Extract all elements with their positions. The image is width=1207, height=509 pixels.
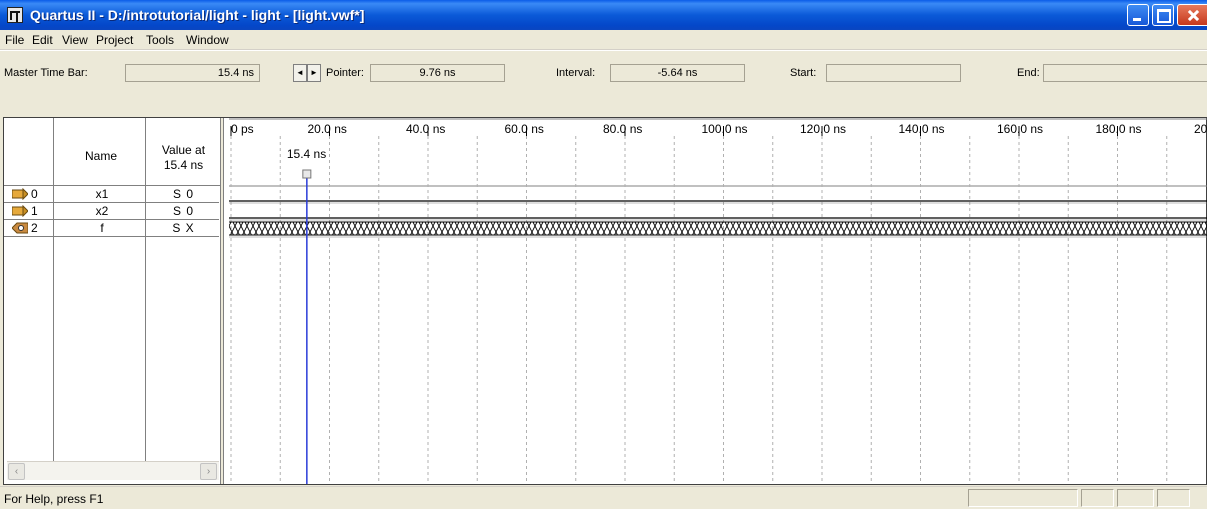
title-bar[interactable]: Quartus II - D:/introtutorial/light - li…	[0, 0, 1207, 30]
output-pin-icon	[12, 222, 28, 234]
node-table-header: Name Value at 15.4 ns	[4, 118, 224, 186]
panel-splitter[interactable]	[220, 118, 224, 484]
time-tick-label: 160.0 ns	[997, 122, 1043, 136]
end-field	[1043, 64, 1207, 82]
time-tick-label: 80.0 ns	[603, 122, 642, 136]
input-pin-icon	[12, 205, 28, 217]
node-row[interactable]: 0 x1 S 0	[4, 186, 219, 203]
scroll-right-icon[interactable]: ›	[200, 463, 217, 480]
status-bar: For Help, press F1	[0, 486, 1207, 509]
time-tick-label: 180.0 ns	[1096, 122, 1142, 136]
menu-tools[interactable]: Tools	[146, 33, 174, 47]
time-tick-label: 120.0 ns	[800, 122, 846, 136]
maximize-button[interactable]	[1152, 4, 1174, 26]
node-index: 0	[31, 187, 38, 201]
waveform-undefined	[229, 222, 1207, 235]
time-tick-label: 20.0 ns	[308, 122, 347, 136]
column-divider	[145, 118, 146, 463]
quartus-app-icon[interactable]	[7, 7, 23, 23]
pointer-label: Pointer:	[326, 67, 364, 79]
master-time-bar-handle[interactable]	[302, 169, 312, 179]
value-at-column-header-line1: Value at	[161, 143, 206, 157]
menu-edit[interactable]: Edit	[32, 33, 53, 47]
interval-field: -5.64 ns	[610, 64, 745, 82]
node-value: S 0	[172, 204, 194, 218]
master-time-bar-label: Master Time Bar:	[4, 67, 88, 79]
time-bar-arrows: ◄ ►	[293, 64, 323, 82]
menu-window[interactable]: Window	[186, 33, 229, 47]
window-title: Quartus II - D:/introtutorial/light - li…	[30, 7, 365, 23]
master-time-bar-field[interactable]: 15.4 ns	[125, 64, 260, 82]
master-time-bar-label: 15.4 ns	[287, 147, 326, 161]
end-label: End:	[1017, 67, 1040, 79]
status-pane	[1081, 489, 1114, 507]
node-row[interactable]: 1 x2 S 0	[4, 203, 219, 220]
menu-project[interactable]: Project	[96, 33, 133, 47]
status-help-text: For Help, press F1	[4, 492, 104, 506]
node-index: 2	[31, 221, 38, 235]
close-button[interactable]	[1177, 4, 1207, 26]
status-pane	[1117, 489, 1154, 507]
arrow-right-icon[interactable]: ►	[307, 64, 321, 82]
name-column-header[interactable]: Name	[57, 149, 145, 163]
time-bar-panel: Master Time Bar: 15.4 ns ◄ ► Pointer: 9.…	[0, 50, 1207, 117]
node-name: f	[100, 221, 104, 235]
time-tick-label: 140.0 ns	[899, 122, 945, 136]
scroll-left-icon[interactable]: ‹	[8, 463, 25, 480]
time-tick-label: 0 ps	[231, 122, 254, 136]
column-divider	[53, 118, 54, 463]
node-value: S 0	[172, 187, 194, 201]
value-at-column-header-line2: 15.4 ns	[163, 158, 204, 172]
time-tick-label: 60.0 ns	[505, 122, 544, 136]
minimize-button[interactable]	[1127, 4, 1149, 26]
node-name: x1	[95, 187, 109, 201]
time-tick-label: 100.0 ns	[702, 122, 748, 136]
node-value: S X	[172, 221, 195, 235]
node-name: x2	[95, 204, 109, 218]
interval-label: Interval:	[556, 67, 596, 79]
time-tick-label: 200.0 ns	[1194, 122, 1207, 136]
node-index: 1	[31, 204, 38, 218]
node-row[interactable]: 2 f S X	[4, 220, 219, 237]
status-pane	[1157, 489, 1190, 507]
time-tick-label: 40.0 ns	[406, 122, 445, 136]
menu-view[interactable]: View	[62, 33, 88, 47]
arrow-left-icon[interactable]: ◄	[293, 64, 307, 82]
start-field	[826, 64, 961, 82]
menu-file[interactable]: File	[5, 33, 24, 47]
waveform-canvas[interactable]: 0 ps 20.0 ns 40.0 ns 60.0 ns 80.0 ns 100.0 ns…	[229, 118, 1207, 484]
start-label: Start:	[790, 67, 817, 79]
node-table-horizontal-scrollbar[interactable]: ‹ ›	[7, 461, 219, 480]
input-pin-icon	[12, 188, 28, 200]
pointer-field: 9.76 ns	[370, 64, 505, 82]
status-pane	[968, 489, 1078, 507]
menu-bar: File Edit View Project Tools Window	[0, 30, 1207, 50]
waveform-editor[interactable]: Name Value at 15.4 ns 0 x1 S 0 1 x2 S 0 …	[3, 117, 1207, 485]
